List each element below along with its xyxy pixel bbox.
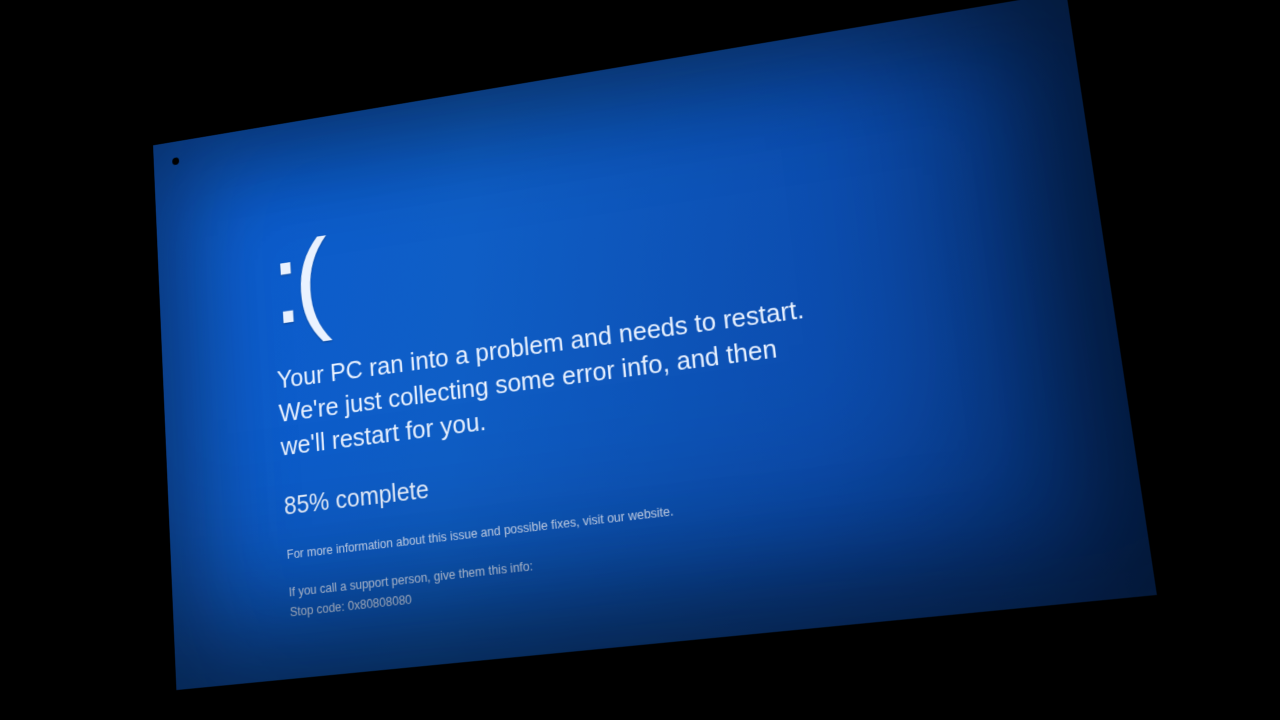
photo-backdrop: :( Your PC ran into a problem and needs …	[0, 0, 1280, 720]
bsod-screen: :( Your PC ran into a problem and needs …	[153, 0, 1157, 690]
corner-dot	[172, 157, 179, 165]
bsod-content: :( Your PC ran into a problem and needs …	[269, 166, 834, 623]
